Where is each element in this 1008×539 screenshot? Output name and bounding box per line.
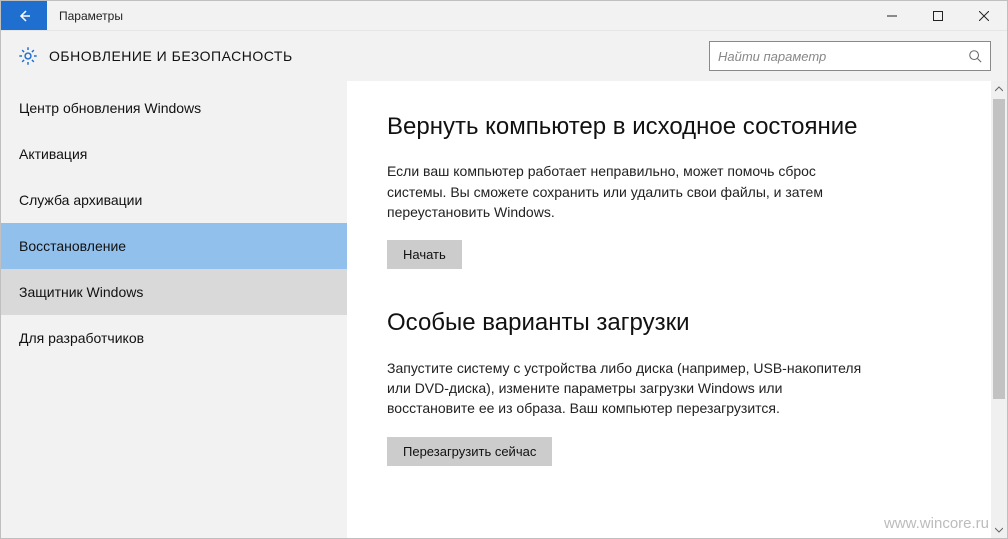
chevron-up-icon [995, 85, 1003, 93]
close-button[interactable] [961, 1, 1007, 30]
search-icon [968, 49, 982, 63]
sidebar-item-activation[interactable]: Активация [1, 131, 347, 177]
section-reset-pc: Вернуть компьютер в исходное состояние Е… [387, 111, 867, 269]
scrollbar-down-button[interactable] [991, 522, 1007, 538]
titlebar-spacer [123, 1, 869, 30]
sidebar: Центр обновления Windows Активация Служб… [1, 81, 347, 538]
scrollbar-thumb[interactable] [993, 99, 1005, 399]
section-heading: Особые варианты загрузки [387, 307, 867, 339]
restart-now-button[interactable]: Перезагрузить сейчас [387, 437, 552, 466]
back-arrow-icon [16, 8, 32, 24]
back-button[interactable] [1, 1, 47, 30]
search-input[interactable] [718, 49, 968, 64]
search-box[interactable] [709, 41, 991, 71]
sidebar-item-label: Защитник Windows [19, 284, 143, 300]
titlebar: Параметры [1, 1, 1007, 31]
sidebar-item-label: Служба архивации [19, 192, 142, 208]
window-title: Параметры [47, 1, 123, 30]
sidebar-item-label: Восстановление [19, 238, 126, 254]
section-heading: Вернуть компьютер в исходное состояние [387, 111, 867, 143]
section-body: Запустите систему с устройства либо диск… [387, 358, 867, 419]
settings-window: Параметры ОБНОВЛЕНИЕ И БЕЗОПАСНОСТЬ [0, 0, 1008, 539]
minimize-icon [887, 11, 897, 21]
scrollbar-up-button[interactable] [991, 81, 1007, 97]
sidebar-item-windows-update[interactable]: Центр обновления Windows [1, 85, 347, 131]
sidebar-item-backup[interactable]: Служба архивации [1, 177, 347, 223]
window-controls [869, 1, 1007, 30]
minimize-button[interactable] [869, 1, 915, 30]
sidebar-item-recovery[interactable]: Восстановление [1, 223, 347, 269]
maximize-button[interactable] [915, 1, 961, 30]
sidebar-item-label: Для разработчиков [19, 330, 144, 346]
content: Вернуть компьютер в исходное состояние Е… [347, 81, 991, 538]
sidebar-item-defender[interactable]: Защитник Windows [1, 269, 347, 315]
maximize-icon [933, 11, 943, 21]
gear-icon [17, 45, 39, 67]
close-icon [979, 11, 989, 21]
sidebar-item-label: Активация [19, 146, 87, 162]
sidebar-item-developers[interactable]: Для разработчиков [1, 315, 347, 361]
vertical-scrollbar[interactable] [991, 81, 1007, 538]
body: Центр обновления Windows Активация Служб… [1, 81, 1007, 538]
chevron-down-icon [995, 526, 1003, 534]
sidebar-item-label: Центр обновления Windows [19, 100, 201, 116]
content-wrap: Вернуть компьютер в исходное состояние Е… [347, 81, 1007, 538]
page-title: ОБНОВЛЕНИЕ И БЕЗОПАСНОСТЬ [49, 48, 293, 64]
section-body: Если ваш компьютер работает неправильно,… [387, 161, 867, 222]
section-advanced-startup: Особые варианты загрузки Запустите систе… [387, 307, 867, 465]
header: ОБНОВЛЕНИЕ И БЕЗОПАСНОСТЬ [1, 31, 1007, 81]
start-reset-button[interactable]: Начать [387, 240, 462, 269]
